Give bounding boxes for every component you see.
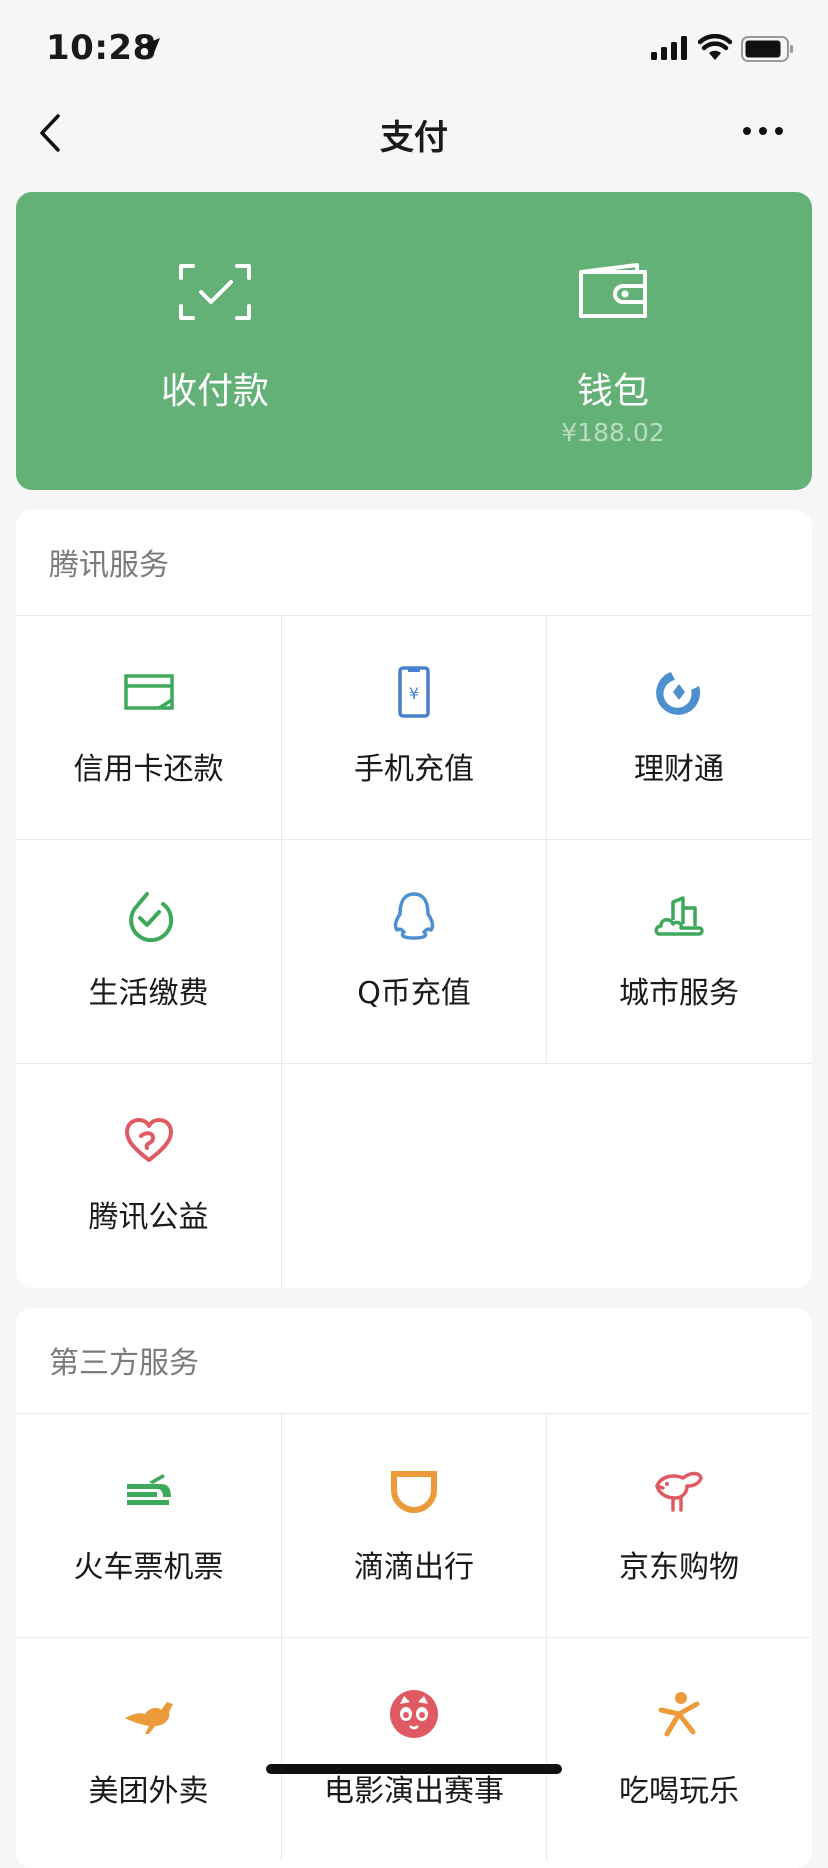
cellular-signal-icon xyxy=(651,36,687,60)
payment-hero-card: 收付款 钱包 ¥188.02 xyxy=(16,192,812,490)
section-title: 腾讯服务 xyxy=(49,548,169,583)
wallet-icon xyxy=(579,263,647,318)
kangaroo-icon xyxy=(124,1702,173,1734)
didi-icon xyxy=(391,1471,437,1513)
jd-dog-icon xyxy=(655,1471,703,1512)
location-arrow-icon xyxy=(140,38,160,58)
service-q-coin-topup[interactable]: Q币充值 xyxy=(281,839,546,1063)
status-bar: 10:28 xyxy=(0,0,828,96)
service-phone-topup[interactable]: ¥ 手机充值 xyxy=(281,615,546,839)
service-label: 吃喝玩乐 xyxy=(619,1774,739,1809)
service-label: 城市服务 xyxy=(619,976,739,1011)
home-indicator xyxy=(266,1764,562,1774)
city-service-icon xyxy=(654,896,704,936)
third-party-services-section: 第三方服务 火车票机票 滴滴出行 京东购物 美团外卖 电影演出赛事 吃喝玩乐 xyxy=(16,1308,812,1868)
food-fun-icon xyxy=(658,1692,700,1737)
movie-cat-icon xyxy=(390,1690,438,1738)
scan-check-icon xyxy=(179,264,251,320)
qq-penguin-icon xyxy=(393,892,435,940)
service-jd-shopping[interactable]: 京东购物 xyxy=(546,1413,811,1637)
service-meituan-delivery[interactable]: 美团外卖 xyxy=(16,1637,281,1861)
phone-topup-icon: ¥ xyxy=(398,666,430,718)
train-ticket-icon xyxy=(126,1474,171,1505)
page-title: 支付 xyxy=(380,118,448,158)
service-wealth[interactable]: 理财通 xyxy=(546,615,811,839)
wallet-button[interactable]: 钱包 ¥188.02 xyxy=(414,192,812,490)
section-title: 第三方服务 xyxy=(49,1346,199,1381)
service-tencent-charity[interactable]: 腾讯公益 xyxy=(16,1063,281,1287)
service-didi[interactable]: 滴滴出行 xyxy=(281,1413,546,1637)
charity-heart-icon xyxy=(124,1118,173,1162)
service-label: 生活缴费 xyxy=(88,976,209,1011)
battery-icon xyxy=(741,36,793,62)
service-movie-shows[interactable]: 电影演出赛事 xyxy=(281,1637,546,1861)
receive-pay-label: 收付款 xyxy=(160,371,269,412)
service-city[interactable]: 城市服务 xyxy=(546,839,811,1063)
service-label: Q币充值 xyxy=(357,976,471,1011)
wallet-label: 钱包 xyxy=(576,371,649,412)
receive-pay-button[interactable]: 收付款 xyxy=(16,192,414,490)
service-train-flight[interactable]: 火车票机票 xyxy=(16,1413,281,1637)
navigation-bar: 支付 xyxy=(0,96,828,168)
service-label: 手机充值 xyxy=(354,752,474,787)
service-label: 理财通 xyxy=(634,752,724,787)
svg-text:¥: ¥ xyxy=(409,684,419,703)
wallet-balance: ¥188.02 xyxy=(561,418,665,447)
service-label: 腾讯公益 xyxy=(88,1200,209,1235)
credit-card-icon xyxy=(123,674,174,710)
service-label: 京东购物 xyxy=(619,1550,739,1585)
more-options-button[interactable] xyxy=(738,116,788,146)
utility-bill-icon xyxy=(128,892,173,942)
service-label: 滴滴出行 xyxy=(354,1550,474,1585)
empty-grid-cell xyxy=(281,1063,812,1287)
service-food-fun[interactable]: 吃喝玩乐 xyxy=(546,1637,811,1861)
service-label: 美团外卖 xyxy=(88,1774,209,1809)
tencent-services-section: 腾讯服务 信用卡还款 ¥ 手机充值 理财通 生活缴费 Q币充值 城市服务 腾讯公… xyxy=(16,510,812,1288)
service-utility-bill[interactable]: 生活缴费 xyxy=(16,839,281,1063)
wifi-icon xyxy=(698,34,732,60)
service-label: 信用卡还款 xyxy=(73,752,224,787)
wealth-icon xyxy=(656,672,701,715)
service-label: 火车票机票 xyxy=(73,1550,224,1585)
service-credit-card-repay[interactable]: 信用卡还款 xyxy=(16,615,281,839)
